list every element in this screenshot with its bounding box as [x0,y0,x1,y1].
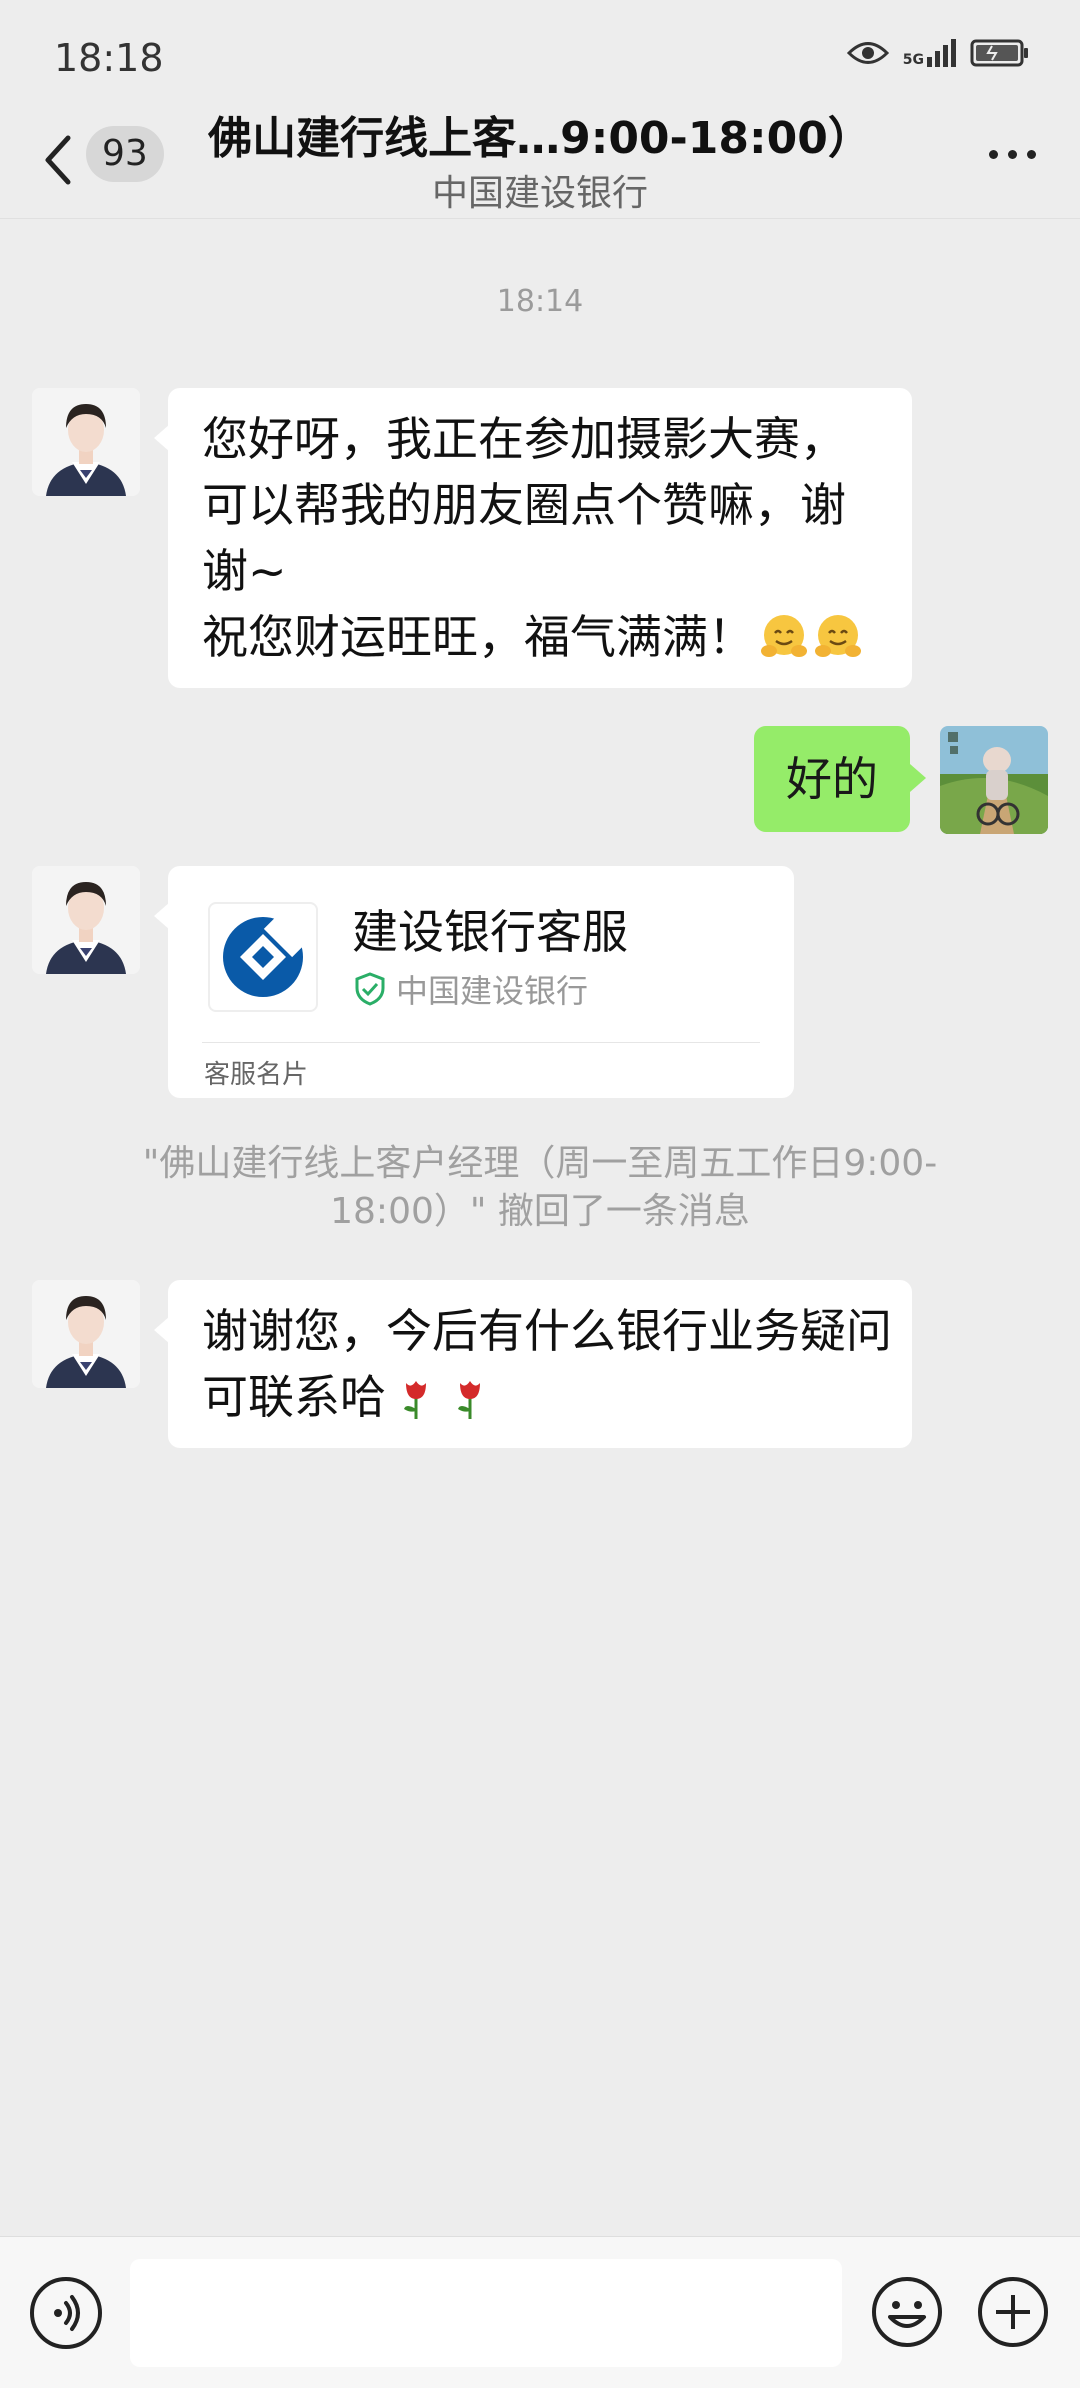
message-line: 祝您财运旺旺，福气满满！ [202,610,754,664]
signal-icon: 5G [903,39,956,67]
card-name: 建设银行客服 [352,905,628,959]
message-line: 可联系哈 [202,1370,386,1424]
chat-header: 93 佛山建行线上客…9:00-18:00） 中国建设银行 [0,100,1080,220]
chat-title: 佛山建行线上客…9:00-18:00） [208,113,872,164]
more-icon[interactable] [985,140,1040,169]
input-bar [0,2236,1080,2388]
sent-message-bubble[interactable]: 好的 [754,726,926,832]
card-org: 中国建设银行 [396,972,589,1010]
card-verify: 中国建设银行 [352,966,588,1012]
rose-emoji-icon [404,1381,426,1419]
hug-emoji-icon [815,615,861,657]
contact-card[interactable]: 建设银行客服 中国建设银行 客服名片 [154,866,794,1098]
message-line-wrap: 祝您财运旺旺，福气满满！ [202,604,878,670]
message-line: 可以帮我的朋友圈点个赞嘛，谢 [202,478,846,532]
message-line-wrap: 可联系哈 [202,1364,878,1430]
plus-icon[interactable] [976,2275,1050,2349]
message-line: 谢~ [202,544,287,598]
card-divider [202,1042,760,1043]
chat-subtitle: 中国建设银行 [431,173,648,214]
received-message-bubble[interactable]: 谢谢您，今后有什么银行业务疑问 可联系哈 [154,1280,912,1448]
ccb-logo-icon [208,902,318,1012]
card-type-label: 客服名片 [204,1060,309,1090]
rose-emoji-icon [458,1381,480,1419]
message-line: 谢谢您，今后有什么银行业务疑问 [202,1304,892,1358]
received-message-bubble[interactable]: 您好呀，我正在参加摄影大赛， 可以帮我的朋友圈点个赞嘛，谢 谢~ 祝您财运旺旺，… [154,388,912,688]
message-line: 您好呀，我正在参加摄影大赛， [202,412,846,466]
my-avatar[interactable] [940,726,1048,834]
status-time: 18:18 [54,36,164,80]
contact-avatar[interactable] [32,866,140,974]
contact-avatar[interactable] [32,388,140,496]
message-input[interactable] [130,2259,842,2367]
emoji-icon[interactable] [870,2275,944,2349]
battery-icon [970,39,1028,67]
eye-icon [846,42,889,64]
recall-notice: "佛山建行线上客户经理（周一至周五工作日9:00-18:00）" 撤回了一条消息 [142,1143,938,1232]
message-timestamp: 18:14 [496,284,584,319]
contact-avatar[interactable] [32,1280,140,1388]
verified-shield-icon [355,972,385,1006]
status-icons: 5G [846,38,1030,68]
voice-icon[interactable] [30,2277,102,2349]
network-type: 5G [902,52,924,68]
unread-badge[interactable]: 93 [86,126,164,182]
hug-emoji-icon [761,615,807,657]
header-divider [0,218,1080,219]
back-arrow-icon[interactable] [38,130,78,190]
